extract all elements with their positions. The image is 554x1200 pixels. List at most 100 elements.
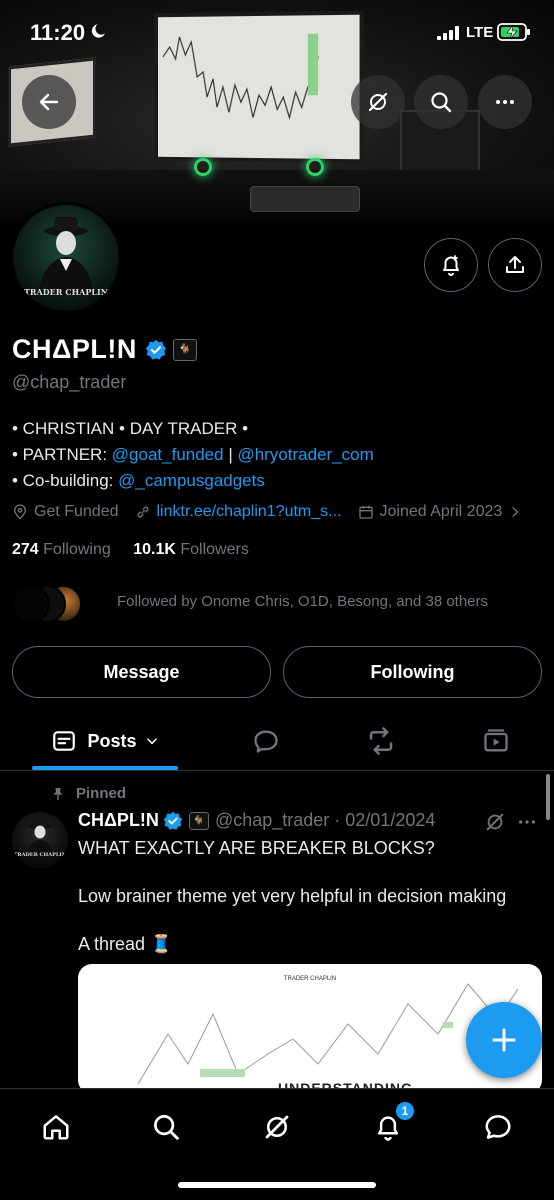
grok-icon [368, 92, 388, 112]
grok-icon [265, 1115, 289, 1139]
compose-button[interactable] [466, 1002, 542, 1078]
profile-bio: • CHRISTIAN • DAY TRADER • • PARTNER: @g… [12, 416, 374, 494]
grok-icon[interactable] [484, 811, 506, 833]
location-pin-icon [13, 504, 27, 520]
message-button[interactable]: Message [12, 646, 271, 698]
website-link[interactable]: linktr.ee/chaplin1?utm_s... [157, 503, 342, 521]
location-item: Get Funded [12, 503, 119, 521]
nav-home[interactable] [36, 1107, 76, 1147]
banner-speaker-right [306, 158, 324, 176]
profile-name: CHΔPL!N [12, 334, 137, 364]
scrollbar[interactable] [546, 774, 550, 820]
repost-icon [369, 727, 393, 755]
tab-replies[interactable] [246, 712, 286, 770]
followers-count-link[interactable]: 10.1K Followers [133, 541, 249, 558]
post-header: CHΔPL!N 🐐 @chap_trader · 02/01/2024 [78, 810, 435, 831]
verified-badge-icon[interactable] [145, 339, 167, 361]
battery-charging-icon [497, 23, 530, 41]
location-text: Get Funded [34, 503, 119, 520]
avatar-label: TRADER CHAPLIN [23, 287, 109, 297]
following-button[interactable]: Following [283, 646, 542, 698]
bio-partner-separator: | [223, 445, 238, 464]
banner-speaker-left [194, 158, 212, 176]
search-icon [154, 1115, 179, 1140]
pinned-label: Pinned [50, 785, 126, 802]
search-button[interactable] [414, 75, 468, 129]
bio-line-3: • Co-building: @_campusgadgets [12, 468, 374, 494]
share-icon [506, 256, 524, 273]
follower-avatar [12, 585, 50, 623]
following-count-link[interactable]: 274 Following [12, 541, 111, 558]
bio-line-2: • PARTNER: @goat_funded | @hryotrader_co… [12, 442, 374, 468]
post-affiliate-badge: 🐐 [188, 811, 209, 830]
tab-media[interactable] [476, 712, 516, 770]
bio-partner-link-2[interactable]: @hryotrader_com [237, 445, 373, 464]
profile-avatar[interactable]: TRADER CHAPLIN [10, 202, 122, 314]
post-body[interactable]: WHAT EXACTLY ARE BREAKER BLOCKS? Low bra… [78, 836, 544, 956]
link-icon [136, 506, 149, 518]
plus-icon [492, 1028, 516, 1052]
bio-partner-link-1[interactable]: @goat_funded [112, 445, 224, 464]
notification-count-badge: 1 [394, 1100, 416, 1122]
bio-cobuild-link[interactable]: @_campusgadgets [118, 471, 265, 490]
status-time: 11:20 [30, 20, 86, 45]
reply-bubble-icon [254, 730, 278, 753]
more-button[interactable] [478, 75, 532, 129]
post-handle-date: @chap_trader · 02/01/2024 [214, 810, 436, 830]
post-line-1: WHAT EXACTLY ARE BREAKER BLOCKS? [78, 838, 435, 858]
more-horizontal-icon [496, 100, 514, 104]
nav-search[interactable] [146, 1107, 186, 1147]
arrow-left-icon [39, 93, 59, 111]
bio-line-1: • CHRISTIAN • DAY TRADER • [12, 419, 249, 438]
post-avatar-figure-icon [25, 818, 55, 860]
verified-badge-icon [163, 811, 183, 830]
tab-reposts[interactable] [361, 712, 401, 770]
follow-counts: 274 Following 10.1K Followers [12, 541, 249, 559]
home-icon [43, 1115, 69, 1140]
notify-button[interactable] [424, 238, 478, 292]
search-icon [431, 92, 452, 113]
posts-icon [53, 731, 76, 751]
followers-count: 10.1K [133, 541, 176, 558]
following-label: Following [43, 541, 111, 558]
joined-item[interactable]: Joined April 2023 [358, 503, 529, 521]
bio-partner-prefix: • PARTNER: [12, 445, 112, 464]
message-bubble-icon [485, 1115, 511, 1139]
bell-plus-icon [443, 255, 459, 276]
tab-posts[interactable]: Posts [32, 712, 178, 770]
post-line-2: Low brainer theme yet very helpful in de… [78, 886, 507, 906]
bio-cobuild-prefix: • Co-building: [12, 471, 119, 490]
joined-text: Joined April 2023 [379, 503, 503, 520]
followed-by-avatars[interactable] [12, 585, 82, 623]
chevron-down-icon [146, 738, 157, 745]
share-button[interactable] [488, 238, 542, 292]
banner-keyboard [250, 186, 360, 212]
website-item[interactable]: linktr.ee/chaplin1?utm_s... [135, 503, 342, 521]
post-avatar[interactable]: TRADER CHAPLIN [12, 812, 68, 868]
post-line-3: A thread 🧵 [78, 934, 173, 954]
tab-posts-label: Posts [87, 730, 137, 751]
pinned-text: Pinned [76, 785, 127, 802]
back-button[interactable] [22, 75, 76, 129]
grok-button[interactable] [351, 75, 405, 129]
profile-meta: Get Funded linktr.ee/chaplin1?utm_s... J… [12, 503, 544, 521]
following-count: 274 [12, 541, 39, 558]
profile-name-row: CHΔPL!N 🐐 [12, 334, 197, 365]
followers-label: Followers [180, 541, 249, 558]
affiliate-badge[interactable]: 🐐 [172, 338, 197, 361]
status-bar: 11:20 LTE [0, 0, 554, 66]
calendar-icon [358, 506, 373, 519]
home-indicator[interactable] [178, 1182, 376, 1188]
profile-handle: @chap_trader [12, 372, 127, 392]
followed-by-text[interactable]: Followed by Onome Chris, O1D, Besong, an… [117, 593, 488, 610]
post-more-icon[interactable] [516, 811, 538, 833]
signal-icon [437, 26, 459, 40]
profile-tabs: Posts [0, 712, 554, 770]
moon-icon [91, 24, 105, 38]
tabs-divider [0, 770, 554, 771]
post-avatar-label: TRADER CHAPLIN [13, 852, 67, 858]
nav-messages[interactable] [478, 1107, 518, 1147]
network-label: LTE [466, 24, 494, 41]
post-author[interactable]: CHΔPL!N [78, 810, 159, 831]
nav-grok[interactable] [257, 1107, 297, 1147]
